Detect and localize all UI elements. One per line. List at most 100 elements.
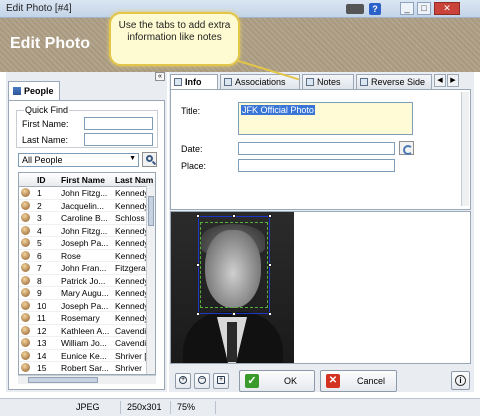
resize-handle[interactable] (196, 312, 200, 316)
zoom-out-button[interactable]: − (194, 373, 210, 389)
resize-handle[interactable] (268, 312, 272, 316)
close-button[interactable]: ✕ (434, 2, 460, 15)
help-icon[interactable]: ? (369, 3, 381, 15)
zoom-in-button[interactable]: + (175, 373, 191, 389)
cell-id: 2 (37, 200, 42, 211)
status-format: JPEG (76, 402, 100, 412)
date-field[interactable] (238, 142, 395, 155)
tip-callout: Use the tabs to add extra information li… (109, 12, 240, 66)
resize-handle[interactable] (232, 312, 236, 316)
tab-scroll-right-button[interactable]: ▶ (447, 74, 459, 87)
table-row[interactable]: 12 Kathleen A... Cavendi (19, 325, 155, 337)
table-horizontal-scrollbar[interactable] (18, 375, 156, 384)
resize-handle[interactable] (268, 263, 272, 267)
tab-info-label: Info (185, 77, 202, 87)
table-row[interactable]: 2 Jacquelin... Kennedy (19, 200, 155, 212)
title-value: JFK Official Photo (241, 105, 315, 115)
table-row[interactable]: 6 Rose Kennedy (19, 250, 155, 262)
form-vertical-scrollbar[interactable] (461, 92, 469, 206)
date-picker-button[interactable] (399, 141, 414, 155)
cancel-icon: ✕ (326, 374, 340, 388)
associations-tab-icon (224, 78, 232, 86)
cell-id: 9 (37, 288, 42, 298)
tab-people[interactable]: People (8, 81, 60, 101)
table-row[interactable]: 10 Joseph Pa... Kennedy (19, 300, 155, 312)
table-row[interactable]: 15 Robert Sar... Shriver (19, 362, 155, 374)
tab-info[interactable]: Info (170, 74, 218, 90)
resize-handle[interactable] (196, 263, 200, 267)
table-row[interactable]: 3 Caroline B... Schloss (19, 212, 155, 225)
reverse-side-tab-icon (360, 78, 368, 86)
maximize-button[interactable]: □ (417, 2, 431, 15)
table-row[interactable]: 4 John Fitzg... Kennedy (19, 225, 155, 237)
ok-button[interactable]: ✓ OK (239, 370, 315, 392)
cell-first-name: Robert Sar... (61, 363, 109, 373)
cell-id: 14 (37, 350, 47, 361)
cell-first-name: Kathleen A... (61, 325, 110, 336)
info-button[interactable]: i (451, 371, 470, 390)
tab-scroll-left-button[interactable]: ◀ (434, 74, 446, 87)
keyboard-icon[interactable] (346, 4, 364, 14)
person-icon (21, 213, 30, 222)
person-icon (21, 238, 30, 247)
cell-first-name: Eunice Ke... (61, 350, 107, 361)
person-icon (21, 338, 30, 347)
table-header: ID First Name Last Nam (19, 173, 155, 187)
resize-handle[interactable] (232, 214, 236, 218)
title-label: Title: (181, 106, 201, 116)
minimize-button[interactable]: _ (400, 2, 414, 15)
detail-tabs: Info Associations Notes Reverse Side ◀ ▶ (170, 74, 470, 90)
people-table: ID First Name Last Nam 1 John Fitzg... Ken… (18, 172, 156, 375)
cell-id: 12 (37, 325, 47, 336)
person-icon (21, 350, 30, 360)
title-field[interactable]: JFK Official Photo (238, 102, 413, 135)
column-header-id[interactable]: ID (37, 175, 46, 185)
resize-handle[interactable] (196, 214, 200, 218)
table-row[interactable]: 8 Patrick Jo... Kennedy (19, 275, 155, 287)
cancel-button[interactable]: ✕ Cancel (320, 370, 397, 392)
cell-id: 1 (37, 188, 42, 198)
date-label: Date: (181, 144, 203, 154)
window-title: Edit Photo [#4] (6, 3, 72, 14)
column-header-first-name[interactable]: First Name (61, 175, 105, 185)
window-titlebar: Edit Photo [#4] ? _ □ ✕ (0, 0, 480, 18)
table-row[interactable]: 13 William Jo... Cavendi (19, 337, 155, 350)
tab-reverse-side[interactable]: Reverse Side (356, 74, 432, 89)
quick-find-label: Quick Find (24, 105, 70, 115)
cell-first-name: Mary Augu... (61, 288, 109, 298)
cell-id: 5 (37, 238, 42, 248)
scroll-thumb[interactable] (28, 377, 98, 383)
tab-notes[interactable]: Notes (302, 74, 354, 89)
search-button[interactable] (142, 152, 157, 167)
tab-notes-label: Notes (317, 77, 341, 87)
zoom-fit-icon: + (217, 376, 225, 384)
cell-id: 6 (37, 250, 42, 261)
first-name-field[interactable] (84, 117, 153, 130)
scroll-thumb[interactable] (148, 196, 154, 226)
people-filter-select[interactable]: All People ▼ (18, 153, 139, 167)
people-icon (13, 87, 21, 95)
table-row[interactable]: 1 John Fitzg... Kennedy (19, 187, 155, 200)
table-row[interactable]: 14 Eunice Ke... Shriver [I (19, 350, 155, 362)
checkmark-icon: ✓ (245, 374, 259, 388)
column-header-last-name[interactable]: Last Nam (115, 175, 153, 185)
table-vertical-scrollbar[interactable] (146, 186, 155, 374)
tab-reverse-side-label: Reverse Side (371, 77, 426, 87)
table-row[interactable]: 11 Rosemary Kennedy (19, 312, 155, 325)
table-row[interactable]: 7 John Fran... Fitzgeral (19, 262, 155, 275)
cell-first-name: Caroline B... (61, 213, 108, 223)
cell-first-name: Jacquelin... (61, 200, 104, 211)
person-icon (21, 325, 30, 335)
zoom-fit-button[interactable]: + (213, 373, 229, 389)
last-name-field[interactable] (84, 133, 153, 146)
cell-id: 7 (37, 263, 42, 273)
cell-first-name: Rose (61, 250, 81, 261)
place-field[interactable] (238, 159, 395, 172)
collapse-panel-button[interactable]: « (155, 72, 165, 81)
resize-handle[interactable] (268, 214, 272, 218)
table-row[interactable]: 5 Joseph Pa... Kennedy (19, 237, 155, 250)
page-title: Edit Photo (10, 35, 90, 52)
table-row[interactable]: 9 Mary Augu... Kennedy (19, 287, 155, 300)
chevron-down-icon: ▼ (129, 155, 136, 162)
people-filter-value: All People (22, 155, 63, 165)
